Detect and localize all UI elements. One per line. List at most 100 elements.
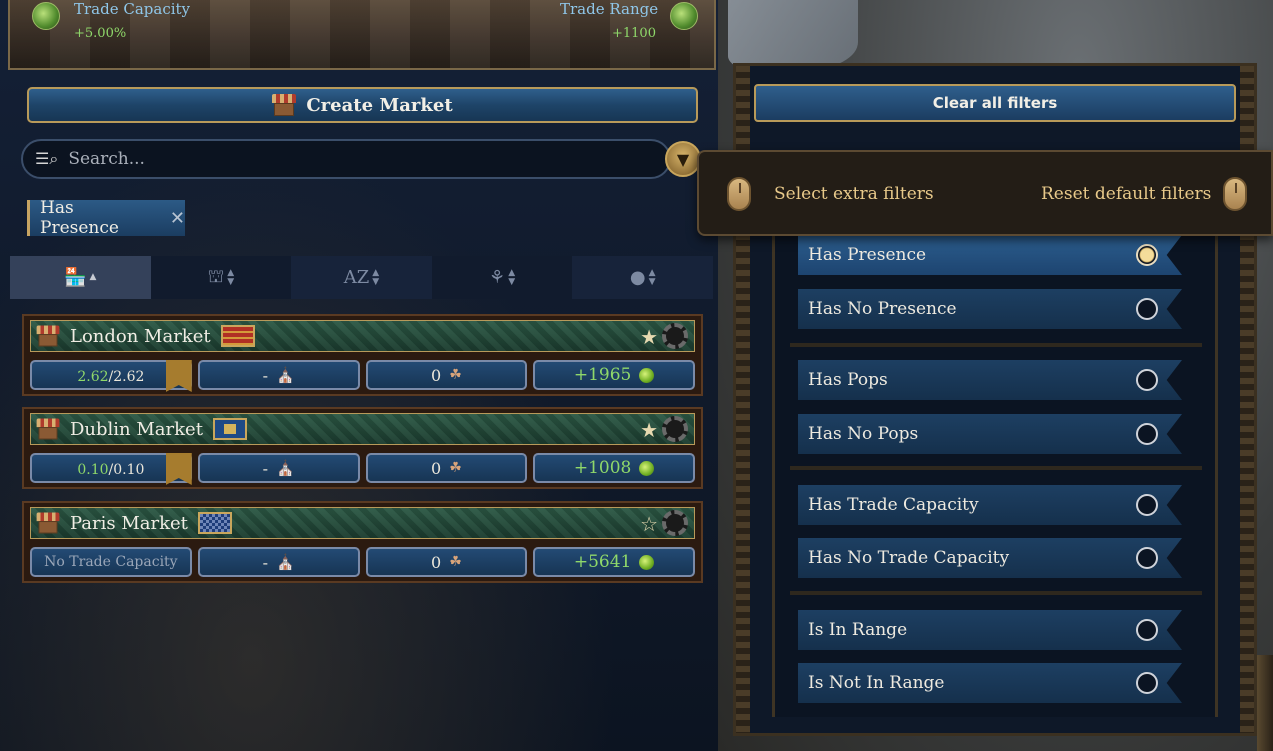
market-stall-icon bbox=[36, 418, 60, 440]
market-stall-icon bbox=[36, 512, 60, 534]
pops-icon: ☘ bbox=[449, 460, 462, 476]
capacity-current: 0.10 bbox=[77, 461, 109, 478]
market-stall-icon: 🏪 bbox=[64, 267, 87, 288]
market-card-london[interactable]: London Market ★ 2.62/2.62 - ⛪ 0 ☘ +1965 bbox=[22, 314, 703, 396]
filter-option-has-no-trade-capacity[interactable]: Has No Trade Capacity bbox=[798, 538, 1182, 578]
trade-capacity-label: Trade Capacity bbox=[74, 0, 191, 18]
search-input[interactable] bbox=[66, 148, 631, 170]
radio-icon[interactable] bbox=[1136, 619, 1158, 641]
sort-by-value-button[interactable]: ● ▲ ▼ bbox=[572, 256, 713, 299]
coin-sort-icon: ● bbox=[629, 267, 646, 288]
capacity-current: 2.62 bbox=[77, 368, 109, 385]
buildings-stat: - ⛪ bbox=[197, 547, 360, 577]
favorite-star-icon[interactable]: ★ bbox=[640, 325, 658, 349]
filter-option-has-no-pops[interactable]: Has No Pops bbox=[798, 414, 1182, 454]
active-filter-chip[interactable]: Has Presence ✕ bbox=[27, 198, 185, 238]
radio-icon[interactable] bbox=[1136, 494, 1158, 516]
tooltip-left-text: Select extra filters bbox=[774, 184, 934, 204]
market-value: +5641 bbox=[573, 552, 632, 572]
tooltip-right-text: Reset default filters bbox=[1041, 184, 1212, 204]
map-landmass bbox=[728, 0, 858, 70]
radio-icon[interactable] bbox=[1136, 369, 1158, 391]
filter-funnel-button[interactable]: ▼ bbox=[665, 141, 701, 177]
market-name: Paris Market bbox=[70, 512, 188, 534]
coin-icon bbox=[639, 367, 655, 383]
market-stats: 0.10/0.10 - ⛪ 0 ☘ +1008 bbox=[30, 453, 695, 485]
pops-value: 0 bbox=[431, 458, 442, 478]
sort-by-market-button[interactable]: 🏪 ▲ bbox=[10, 256, 151, 299]
buildings-stat: - ⛪ bbox=[197, 453, 360, 483]
sort-by-owner-button[interactable]: ⛫ ▲ ▼ bbox=[150, 256, 292, 299]
filter-tooltip: Select extra filters Reset default filte… bbox=[697, 150, 1273, 236]
filter-option-label: Has No Trade Capacity bbox=[808, 548, 1010, 568]
market-title-row: Paris Market ☆ bbox=[30, 507, 695, 539]
create-market-button[interactable]: Create Market bbox=[27, 87, 698, 123]
filter-option-label: Is In Range bbox=[808, 620, 908, 640]
filter-option-label: Has Pops bbox=[808, 370, 888, 390]
pops-value: 0 bbox=[431, 365, 442, 385]
filter-option-has-trade-capacity[interactable]: Has Trade Capacity bbox=[798, 485, 1182, 525]
filter-option-has-presence[interactable]: Has Presence bbox=[798, 235, 1182, 275]
filter-option-label: Is Not In Range bbox=[808, 673, 945, 693]
value-stat: +5641 bbox=[533, 547, 695, 577]
market-value: +1008 bbox=[573, 458, 632, 478]
favorite-star-outline-icon[interactable]: ☆ bbox=[640, 512, 658, 536]
no-capacity-text: No Trade Capacity bbox=[44, 554, 178, 570]
left-mouse-icon bbox=[727, 177, 751, 211]
radio-selected-icon[interactable] bbox=[1136, 244, 1158, 266]
market-card-paris[interactable]: Paris Market ☆ No Trade Capacity - ⛪ 0 ☘… bbox=[22, 501, 703, 583]
pops-value: 0 bbox=[431, 552, 442, 572]
buildings-value: - bbox=[262, 458, 268, 478]
pops-sort-icon: ⚘ bbox=[489, 267, 506, 288]
filter-option-has-no-presence[interactable]: Has No Presence bbox=[798, 289, 1182, 329]
market-name: Dublin Market bbox=[70, 418, 203, 440]
building-icon: ⛪ bbox=[275, 366, 295, 384]
search-bar[interactable]: ☰⌕ bbox=[21, 139, 671, 179]
market-title-row: Dublin Market ★ bbox=[30, 413, 695, 445]
sort-by-name-button[interactable]: AZ ▲ ▼ bbox=[291, 256, 432, 299]
filter-option-label: Has No Pops bbox=[808, 424, 919, 444]
gear-icon[interactable] bbox=[662, 510, 688, 536]
trade-capacity-stat: 2.62/2.62 bbox=[30, 360, 192, 392]
close-icon[interactable]: ✕ bbox=[170, 208, 185, 229]
favorite-star-icon[interactable]: ★ bbox=[640, 418, 658, 442]
alphabet-sort-icon: AZ bbox=[343, 267, 370, 288]
filter-option-is-in-range[interactable]: Is In Range bbox=[798, 610, 1182, 650]
radio-icon[interactable] bbox=[1136, 298, 1158, 320]
radio-icon[interactable] bbox=[1136, 672, 1158, 694]
gear-icon[interactable] bbox=[662, 416, 688, 442]
create-market-label: Create Market bbox=[306, 94, 453, 116]
trade-capacity-icon bbox=[32, 2, 60, 30]
map-edge-widget bbox=[1257, 655, 1273, 751]
capacity-max: 2.62 bbox=[113, 368, 145, 385]
market-card-dublin[interactable]: Dublin Market ★ 0.10/0.10 - ⛪ 0 ☘ +1008 bbox=[22, 407, 703, 489]
sort-both-icon: ▲ ▼ bbox=[372, 267, 380, 287]
radio-icon[interactable] bbox=[1136, 547, 1158, 569]
market-stall-icon bbox=[36, 325, 60, 347]
clear-all-filters-label: Clear all filters bbox=[932, 94, 1058, 112]
capacity-ribbon-icon bbox=[165, 453, 192, 485]
france-flag-icon bbox=[197, 512, 232, 534]
coin-icon bbox=[639, 460, 655, 476]
pops-stat: 0 ☘ bbox=[365, 453, 528, 483]
buildings-stat: - ⛪ bbox=[197, 360, 360, 390]
value-stat: +1965 bbox=[533, 360, 695, 390]
trade-capacity-value: +5.00% bbox=[74, 26, 127, 41]
building-icon: ⛪ bbox=[275, 553, 295, 571]
active-filter-label: Has Presence bbox=[40, 198, 119, 238]
market-stall-icon bbox=[272, 94, 297, 116]
market-stats: No Trade Capacity - ⛪ 0 ☘ +5641 bbox=[30, 547, 695, 577]
filter-option-is-not-in-range[interactable]: Is Not In Range bbox=[798, 663, 1182, 703]
gear-icon[interactable] bbox=[662, 323, 688, 349]
filter-option-label: Has No Presence bbox=[808, 299, 957, 319]
trade-capacity-stat: 0.10/0.10 bbox=[30, 453, 192, 485]
right-mouse-icon bbox=[1223, 177, 1247, 211]
pops-stat: 0 ☘ bbox=[365, 547, 528, 577]
radio-icon[interactable] bbox=[1136, 423, 1158, 445]
filter-option-has-pops[interactable]: Has Pops bbox=[798, 360, 1182, 400]
clear-all-filters-button[interactable]: Clear all filters bbox=[754, 84, 1236, 122]
coin-icon bbox=[639, 554, 655, 570]
sort-by-pops-button[interactable]: ⚘ ▲ ▼ bbox=[431, 256, 573, 299]
buildings-value: - bbox=[262, 552, 268, 572]
header-banner: Trade Capacity +5.00% Trade Range +1100 bbox=[8, 0, 716, 70]
